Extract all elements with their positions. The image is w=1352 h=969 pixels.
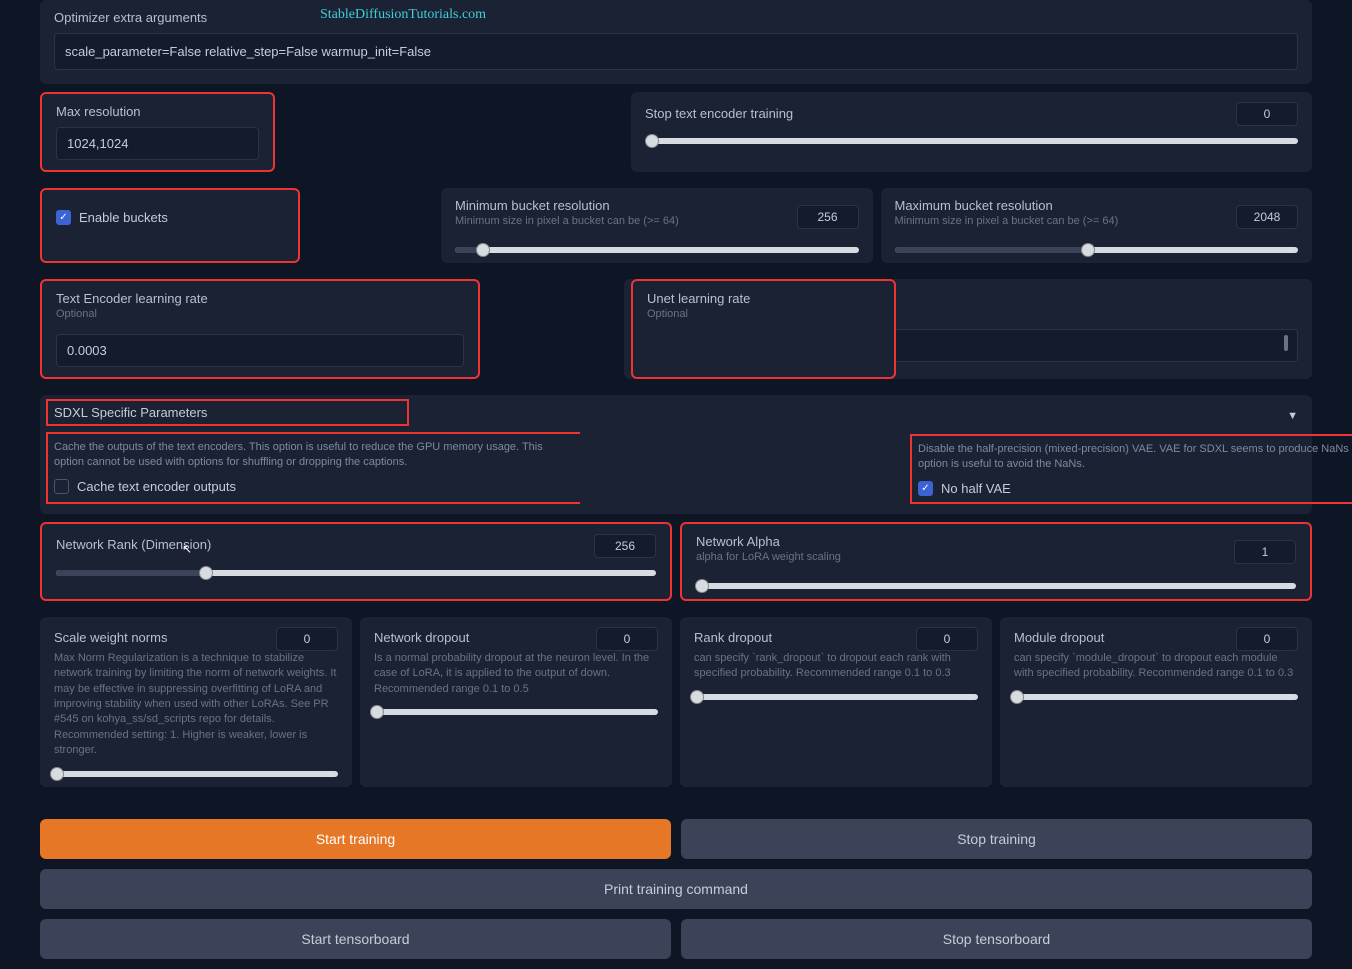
max-resolution-panel: Max resolution (40, 92, 275, 172)
start-tensorboard-button[interactable]: Start tensorboard (40, 919, 671, 959)
rd-label: Rank dropout (694, 630, 906, 645)
md-slider[interactable] (1014, 694, 1298, 700)
network-rank-slider[interactable] (56, 570, 656, 576)
nohalf-desc: Disable the half-precision (mixed-precis… (918, 442, 1352, 473)
min-bucket-sub: Minimum size in pixel a bucket can be (>… (455, 215, 787, 227)
network-alpha-panel: Network Alpha alpha for LoRA weight scal… (680, 522, 1312, 601)
max-bucket-panel: Maximum bucket resolution Minimum size i… (881, 188, 1313, 263)
sdxl-title: SDXL Specific Parameters (54, 405, 207, 420)
cache-te-checkbox[interactable] (54, 479, 69, 494)
drag-handle-icon[interactable] (1284, 335, 1288, 351)
optimizer-extra-label: Optimizer extra arguments (54, 10, 1298, 25)
max-bucket-sub: Minimum size in pixel a bucket can be (>… (895, 215, 1227, 227)
cache-te-desc: Cache the outputs of the text encoders. … (54, 440, 574, 471)
stop-tensorboard-button[interactable]: Stop tensorboard (681, 919, 1312, 959)
nohalf-checkbox[interactable]: ✓ (918, 481, 933, 496)
network-alpha-sub: alpha for LoRA weight scaling (696, 551, 1224, 563)
nd-desc: Is a normal probability dropout at the n… (374, 651, 658, 697)
unet-lr-panel-highlight: Unet learning rate Optional (631, 279, 896, 379)
max-bucket-slider[interactable] (895, 247, 1299, 253)
max-resolution-label: Max resolution (56, 104, 259, 119)
cache-te-label: Cache text encoder outputs (77, 479, 236, 494)
enable-buckets-label: Enable buckets (79, 210, 168, 225)
max-bucket-label: Maximum bucket resolution (895, 198, 1227, 213)
network-rank-value[interactable]: 256 (594, 534, 656, 558)
stop-te-value[interactable]: 0 (1236, 102, 1298, 126)
print-command-button[interactable]: Print training command (40, 869, 1312, 909)
md-desc: can specify `module_dropout` to dropout … (1014, 651, 1298, 682)
nd-label: Network dropout (374, 630, 586, 645)
unet-lr-label: Unet learning rate (647, 291, 880, 306)
te-lr-input[interactable] (56, 334, 464, 367)
md-value[interactable]: 0 (1236, 627, 1298, 651)
network-dropout-panel: Network dropout 0 Is a normal probabilit… (360, 617, 672, 787)
te-lr-sub: Optional (56, 308, 464, 320)
min-bucket-label: Minimum bucket resolution (455, 198, 787, 213)
rd-desc: can specify `rank_dropout` to dropout ea… (694, 651, 978, 682)
network-alpha-label: Network Alpha (696, 534, 1224, 549)
rd-value[interactable]: 0 (916, 627, 978, 651)
te-lr-panel: Text Encoder learning rate Optional (40, 279, 480, 379)
md-label: Module dropout (1014, 630, 1226, 645)
swn-label: Scale weight norms (54, 630, 266, 645)
spacer (283, 92, 623, 172)
sdxl-panel: SDXL Specific Parameters ▼ Cache the out… (40, 395, 1312, 514)
network-rank-label: Network Rank (Dimension) (56, 537, 584, 552)
swn-value[interactable]: 0 (276, 627, 338, 651)
optimizer-extra-input[interactable]: scale_parameter=False relative_step=Fals… (54, 33, 1298, 70)
scale-weight-norms-panel: Scale weight norms 0 Max Norm Regulariza… (40, 617, 352, 787)
watermark-text: StableDiffusionTutorials.com (320, 7, 486, 23)
min-bucket-panel: Minimum bucket resolution Minimum size i… (441, 188, 873, 263)
optimizer-extra-value: scale_parameter=False relative_step=Fals… (65, 44, 431, 59)
enable-buckets-panel: ✓ Enable buckets (40, 188, 300, 263)
nohalf-label: No half VAE (941, 481, 1011, 496)
swn-desc: Max Norm Regularization is a technique t… (54, 651, 338, 759)
min-bucket-slider[interactable] (455, 247, 859, 253)
unet-lr-sub: Optional (647, 308, 880, 320)
stop-te-label: Stop text encoder training (645, 106, 1226, 121)
enable-buckets-checkbox[interactable]: ✓ (56, 210, 71, 225)
network-rank-panel: Network Rank (Dimension) 256 ↖ (40, 522, 672, 601)
max-bucket-value[interactable]: 2048 (1236, 205, 1298, 229)
collapse-icon[interactable]: ▼ (1287, 410, 1298, 422)
max-resolution-input[interactable] (56, 127, 259, 160)
rd-slider[interactable] (694, 694, 978, 700)
nd-value[interactable]: 0 (596, 627, 658, 651)
module-dropout-panel: Module dropout 0 can specify `module_dro… (1000, 617, 1312, 787)
stop-training-button[interactable]: Stop training (681, 819, 1312, 859)
stop-te-panel: Stop text encoder training 0 (631, 92, 1312, 172)
swn-slider[interactable] (54, 771, 338, 777)
min-bucket-value[interactable]: 256 (797, 205, 859, 229)
te-lr-label: Text Encoder learning rate (56, 291, 464, 306)
stop-te-slider[interactable] (645, 138, 1298, 144)
nd-slider[interactable] (374, 709, 658, 715)
network-alpha-slider[interactable] (696, 583, 1296, 589)
start-training-button[interactable]: Start training (40, 819, 671, 859)
rank-dropout-panel: Rank dropout 0 can specify `rank_dropout… (680, 617, 992, 787)
network-alpha-value[interactable]: 1 (1234, 540, 1296, 564)
